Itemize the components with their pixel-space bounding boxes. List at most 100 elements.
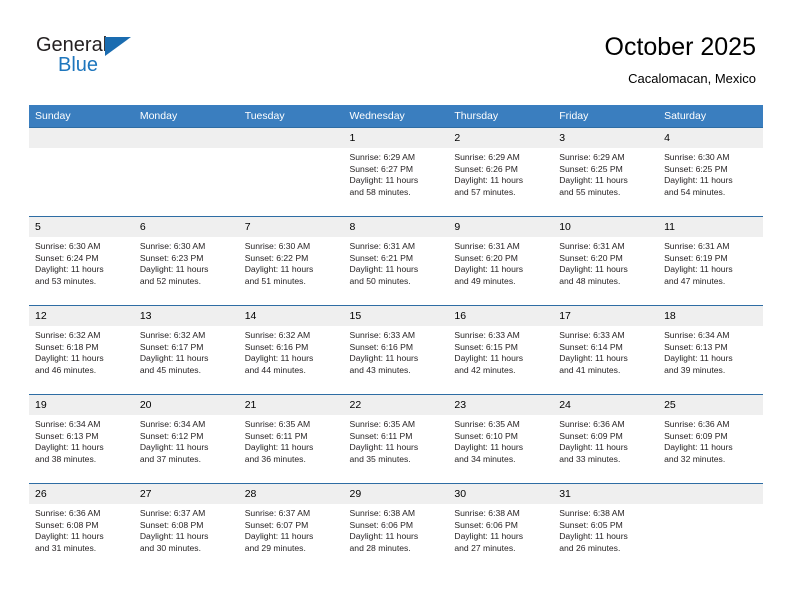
weekday-header-friday: Friday [553,105,659,128]
daylight-text-line1: Daylight: 11 hours [244,442,314,453]
sunset-text: Sunset: 6:11 PM [244,430,308,441]
sunset-text: Sunset: 6:14 PM [559,341,623,352]
day-details: Sunrise: 6:31 AM Sunset: 6:20 PM Dayligh… [553,237,658,287]
daylight-text-line2: and 30 minutes. [139,542,201,553]
day-cell[interactable]: 9 Sunrise: 6:31 AM Sunset: 6:20 PM Dayli… [448,216,554,306]
day-details: Sunrise: 6:33 AM Sunset: 6:14 PM Dayligh… [553,326,658,376]
sunset-text: Sunset: 6:13 PM [664,341,728,352]
page-subtitle-location: Cacalomacan, Mexico [628,71,756,86]
sunset-text: Sunset: 6:09 PM [559,430,623,441]
sunset-text: Sunset: 6:15 PM [454,341,518,352]
day-cell[interactable]: 11 Sunrise: 6:31 AM Sunset: 6:19 PM Dayl… [658,216,763,306]
day-cell[interactable]: 18 Sunrise: 6:34 AM Sunset: 6:13 PM Dayl… [658,305,763,395]
daylight-text-line1: Daylight: 11 hours [559,264,628,275]
day-number: 14 [238,306,344,326]
sunrise-text: Sunrise: 6:38 AM [559,508,625,518]
day-cell[interactable] [29,127,134,217]
weekday-header-tuesday: Tuesday [238,105,344,128]
day-cell[interactable] [238,127,344,217]
day-cell[interactable]: 14 Sunrise: 6:32 AM Sunset: 6:16 PM Dayl… [238,305,344,395]
day-number: 5 [29,217,134,237]
day-cell[interactable]: 7 Sunrise: 6:30 AM Sunset: 6:22 PM Dayli… [238,216,344,306]
day-cell[interactable]: 6 Sunrise: 6:30 AM Sunset: 6:23 PM Dayli… [133,216,239,306]
day-cell[interactable]: 20 Sunrise: 6:34 AM Sunset: 6:12 PM Dayl… [133,394,239,484]
daylight-text-line1: Daylight: 11 hours [139,264,209,275]
sunset-text: Sunset: 6:05 PM [559,519,623,530]
daylight-text-line2: and 45 minutes. [139,364,201,375]
day-cell[interactable]: 30 Sunrise: 6:38 AM Sunset: 6:06 PM Dayl… [448,483,554,572]
day-number: 6 [133,217,239,237]
day-cell[interactable]: 22 Sunrise: 6:35 AM Sunset: 6:11 PM Dayl… [343,394,449,484]
sunrise-text: Sunrise: 6:30 AM [35,241,101,251]
day-cell[interactable]: 4 Sunrise: 6:30 AM Sunset: 6:25 PM Dayli… [658,127,763,217]
sunset-text: Sunset: 6:20 PM [454,252,518,263]
day-cell[interactable]: 5 Sunrise: 6:30 AM Sunset: 6:24 PM Dayli… [29,216,134,306]
day-cell[interactable]: 29 Sunrise: 6:38 AM Sunset: 6:06 PM Dayl… [343,483,449,572]
sunset-text: Sunset: 6:21 PM [349,252,414,263]
daylight-text-line2: and 57 minutes. [454,186,516,197]
sunrise-text: Sunrise: 6:33 AM [349,330,415,340]
daylight-text-line1: Daylight: 11 hours [35,264,104,275]
daylight-text-line1: Daylight: 11 hours [454,175,524,186]
day-number: 27 [133,484,239,504]
day-cell[interactable]: 26 Sunrise: 6:36 AM Sunset: 6:08 PM Dayl… [29,483,134,572]
daylight-text-line1: Daylight: 11 hours [139,353,209,364]
day-details: Sunrise: 6:29 AM Sunset: 6:25 PM Dayligh… [553,148,658,198]
day-details: Sunrise: 6:38 AM Sunset: 6:06 PM Dayligh… [344,504,449,554]
day-details: Sunrise: 6:32 AM Sunset: 6:17 PM Dayligh… [134,326,239,376]
day-cell[interactable]: 1 Sunrise: 6:29 AM Sunset: 6:27 PM Dayli… [343,127,449,217]
daylight-text-line2: and 26 minutes. [559,542,621,553]
sunrise-text: Sunrise: 6:34 AM [35,419,101,429]
sunset-text: Sunset: 6:06 PM [349,519,414,530]
day-number: 30 [448,484,554,504]
daylight-text-line2: and 58 minutes. [349,186,411,197]
day-details: Sunrise: 6:30 AM Sunset: 6:24 PM Dayligh… [29,237,134,287]
day-number: 1 [343,128,449,148]
day-cell[interactable]: 16 Sunrise: 6:33 AM Sunset: 6:15 PM Dayl… [448,305,554,395]
day-cell[interactable] [658,483,763,572]
day-cell[interactable]: 28 Sunrise: 6:37 AM Sunset: 6:07 PM Dayl… [238,483,344,572]
day-cell[interactable]: 21 Sunrise: 6:35 AM Sunset: 6:11 PM Dayl… [238,394,344,484]
day-details: Sunrise: 6:30 AM Sunset: 6:23 PM Dayligh… [134,237,239,287]
day-details [658,504,763,508]
day-cell[interactable]: 24 Sunrise: 6:36 AM Sunset: 6:09 PM Dayl… [553,394,659,484]
sunset-text: Sunset: 6:23 PM [139,252,204,263]
day-cell[interactable]: 8 Sunrise: 6:31 AM Sunset: 6:21 PM Dayli… [343,216,449,306]
day-number: 8 [343,217,449,237]
weekday-header-thursday: Thursday [448,105,554,128]
day-cell[interactable]: 19 Sunrise: 6:34 AM Sunset: 6:13 PM Dayl… [29,394,134,484]
weekday-header-sunday: Sunday [29,105,134,128]
daylight-text-line1: Daylight: 11 hours [244,353,314,364]
day-cell[interactable]: 12 Sunrise: 6:32 AM Sunset: 6:18 PM Dayl… [29,305,134,395]
day-number: 18 [658,306,763,326]
day-cell[interactable]: 3 Sunrise: 6:29 AM Sunset: 6:25 PM Dayli… [553,127,659,217]
day-cell[interactable] [133,127,239,217]
daylight-text-line2: and 50 minutes. [349,275,411,286]
day-number [238,128,344,148]
day-cell[interactable]: 2 Sunrise: 6:29 AM Sunset: 6:26 PM Dayli… [448,127,554,217]
daylight-text-line2: and 29 minutes. [244,542,306,553]
day-details: Sunrise: 6:29 AM Sunset: 6:27 PM Dayligh… [344,148,449,198]
daylight-text-line2: and 33 minutes. [559,453,621,464]
day-cell[interactable]: 27 Sunrise: 6:37 AM Sunset: 6:08 PM Dayl… [133,483,239,572]
daylight-text-line1: Daylight: 11 hours [35,353,104,364]
sunrise-text: Sunrise: 6:30 AM [664,152,730,162]
day-number: 2 [448,128,554,148]
logo-triangle-icon [105,37,131,56]
day-details: Sunrise: 6:31 AM Sunset: 6:19 PM Dayligh… [658,237,763,287]
day-cell[interactable]: 13 Sunrise: 6:32 AM Sunset: 6:17 PM Dayl… [133,305,239,395]
day-details [29,148,134,152]
day-cell[interactable]: 15 Sunrise: 6:33 AM Sunset: 6:16 PM Dayl… [343,305,449,395]
day-details: Sunrise: 6:34 AM Sunset: 6:13 PM Dayligh… [29,415,134,465]
day-cell[interactable]: 17 Sunrise: 6:33 AM Sunset: 6:14 PM Dayl… [553,305,659,395]
day-cell[interactable]: 25 Sunrise: 6:36 AM Sunset: 6:09 PM Dayl… [658,394,763,484]
day-cell[interactable]: 10 Sunrise: 6:31 AM Sunset: 6:20 PM Dayl… [553,216,659,306]
day-cell[interactable]: 23 Sunrise: 6:35 AM Sunset: 6:10 PM Dayl… [448,394,554,484]
daylight-text-line2: and 54 minutes. [664,186,726,197]
day-details: Sunrise: 6:33 AM Sunset: 6:16 PM Dayligh… [344,326,449,376]
sunset-text: Sunset: 6:10 PM [454,430,518,441]
sunrise-text: Sunrise: 6:36 AM [559,419,625,429]
calendar-week-row: 12 Sunrise: 6:32 AM Sunset: 6:18 PM Dayl… [29,305,763,395]
sunrise-text: Sunrise: 6:30 AM [244,241,311,251]
day-cell[interactable]: 31 Sunrise: 6:38 AM Sunset: 6:05 PM Dayl… [553,483,659,572]
